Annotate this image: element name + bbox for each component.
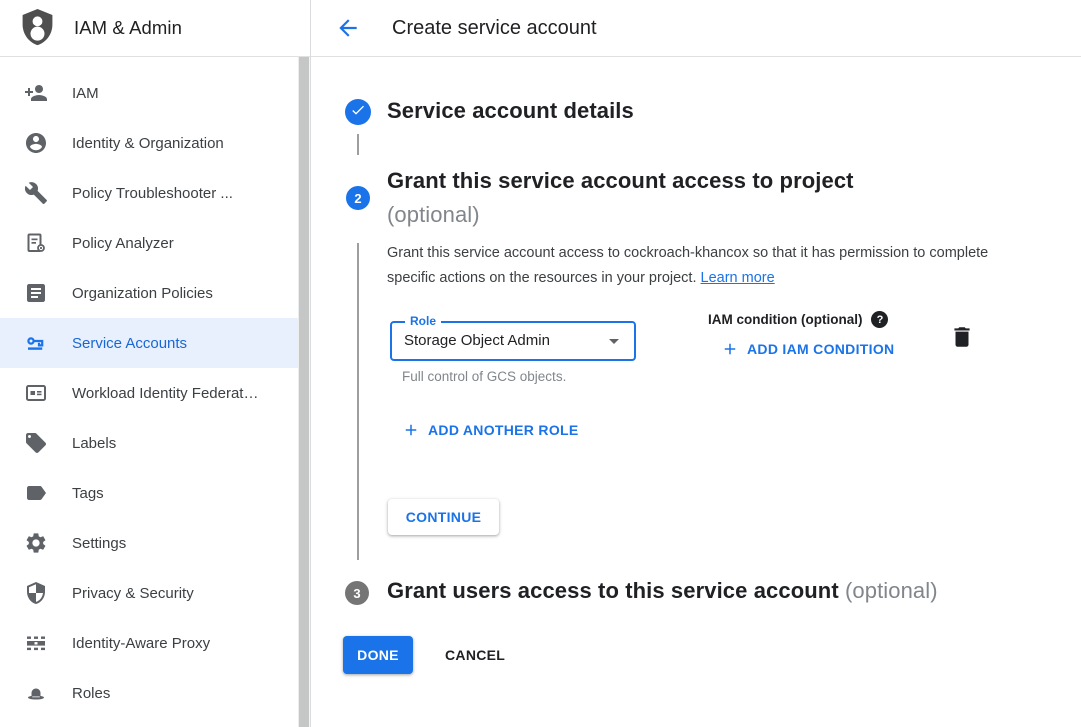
gear-icon [24, 531, 48, 555]
sidebar-item-privacy-security[interactable]: Privacy & Security [0, 568, 310, 618]
sidebar-item-label: IAM [72, 85, 99, 102]
iam-condition-label: IAM condition (optional) ? [708, 311, 888, 328]
sidebar-item-label: Privacy & Security [72, 585, 194, 602]
add-iam-condition-label: ADD IAM CONDITION [747, 341, 894, 357]
page-title: Create service account [392, 17, 597, 40]
role-helper-text: Full control of GCS objects. [402, 369, 566, 384]
sidebar: IAM & Admin IAM Identity & Organization … [0, 0, 311, 727]
sidebar-header: IAM & Admin [0, 0, 310, 57]
sidebar-item-label: Policy Troubleshooter ... [72, 185, 233, 202]
sidebar-item-label: Roles [72, 685, 110, 702]
sidebar-item-label: Policy Analyzer [72, 235, 174, 252]
roles-hat-icon [24, 681, 48, 705]
person-circle-icon [24, 131, 48, 155]
role-selected-value: Storage Object Admin [404, 323, 550, 359]
step3-number: 3 [353, 586, 360, 601]
plus-icon [402, 421, 420, 439]
role-select[interactable]: Role Storage Object Admin [390, 321, 636, 361]
step1-title: Service account details [387, 98, 634, 124]
arrow-back-icon [335, 15, 361, 41]
sidebar-item-settings[interactable]: Settings [0, 518, 310, 568]
sidebar-scrollbar[interactable] [298, 57, 310, 727]
check-icon [350, 102, 366, 123]
step3-title: Grant users access to this service accou… [387, 578, 938, 604]
add-iam-condition-button[interactable]: ADD IAM CONDITION [721, 340, 894, 358]
main-panel: Create service account Service account d… [311, 0, 1081, 727]
sidebar-item-label: Settings [72, 535, 126, 552]
sidebar-item-iam[interactable]: IAM [0, 68, 310, 118]
sidebar-item-labels[interactable]: Labels [0, 418, 310, 468]
add-another-role-label: ADD ANOTHER ROLE [428, 422, 579, 438]
sidebar-item-identity-organization[interactable]: Identity & Organization [0, 118, 310, 168]
step3-title-text: Grant users access to this service accou… [387, 578, 839, 603]
step1-completed-circle [345, 99, 371, 125]
sidebar-item-roles[interactable]: Roles [0, 668, 310, 718]
step-connector [357, 243, 359, 560]
policy-analyzer-icon [24, 231, 48, 255]
sidebar-item-tags[interactable]: Tags [0, 468, 310, 518]
page-header: Create service account [311, 0, 1081, 57]
proxy-icon [24, 631, 48, 655]
id-card-icon [24, 381, 48, 405]
plus-icon [721, 340, 739, 358]
sidebar-item-label: Tags [72, 485, 104, 502]
sidebar-item-service-accounts[interactable]: Service Accounts [0, 318, 310, 368]
label-tag-icon [24, 431, 48, 455]
step2-title: Grant this service account access to pro… [387, 164, 854, 232]
step3-optional-label: (optional) [845, 578, 938, 603]
done-button[interactable]: DONE [343, 636, 413, 674]
step2-number-circle: 2 [346, 186, 370, 210]
sidebar-nav: IAM Identity & Organization Policy Troub… [0, 57, 310, 718]
iam-admin-shield-logo-icon [19, 7, 56, 49]
shield-icon [24, 581, 48, 605]
wrench-icon [24, 181, 48, 205]
sidebar-item-organization-policies[interactable]: Organization Policies [0, 268, 310, 318]
back-button[interactable] [335, 15, 361, 41]
sidebar-item-identity-aware-proxy[interactable]: Identity-Aware Proxy [0, 618, 310, 668]
learn-more-link[interactable]: Learn more [701, 270, 775, 286]
step-connector [357, 134, 359, 155]
cancel-button[interactable]: CANCEL [427, 636, 523, 674]
sidebar-item-policy-troubleshooter[interactable]: Policy Troubleshooter ... [0, 168, 310, 218]
dropdown-caret-icon [609, 339, 619, 344]
help-icon[interactable]: ? [871, 311, 888, 328]
delete-role-button[interactable] [949, 324, 975, 350]
iam-condition-label-text: IAM condition (optional) [708, 312, 862, 327]
person-add-icon [24, 81, 48, 105]
step2-optional-label: (optional) [387, 198, 854, 232]
service-account-key-icon [24, 331, 48, 355]
trash-icon [949, 324, 975, 350]
sidebar-item-label: Service Accounts [72, 335, 187, 352]
continue-button[interactable]: CONTINUE [388, 499, 499, 535]
sidebar-item-workload-identity-federation[interactable]: Workload Identity Federat… [0, 368, 310, 418]
step2-number: 2 [354, 191, 361, 206]
sidebar-item-label: Organization Policies [72, 285, 213, 302]
wizard-content: Service account details 2 Grant this ser… [311, 57, 1081, 727]
sidebar-item-label: Labels [72, 435, 116, 452]
sidebar-item-label: Identity & Organization [72, 135, 224, 152]
tag-flag-icon [24, 481, 48, 505]
step2-title-text: Grant this service account access to pro… [387, 164, 854, 198]
sidebar-item-policy-analyzer[interactable]: Policy Analyzer [0, 218, 310, 268]
step2-description-line1: Grant this service account access to coc… [387, 245, 909, 261]
product-title: IAM & Admin [74, 17, 182, 39]
sidebar-item-label: Identity-Aware Proxy [72, 635, 210, 652]
document-list-icon [24, 281, 48, 305]
step2-description: Grant this service account access to coc… [387, 241, 1012, 291]
step3-number-circle: 3 [345, 581, 369, 605]
add-another-role-button[interactable]: ADD ANOTHER ROLE [402, 421, 579, 439]
sidebar-item-label: Workload Identity Federat… [72, 385, 258, 402]
